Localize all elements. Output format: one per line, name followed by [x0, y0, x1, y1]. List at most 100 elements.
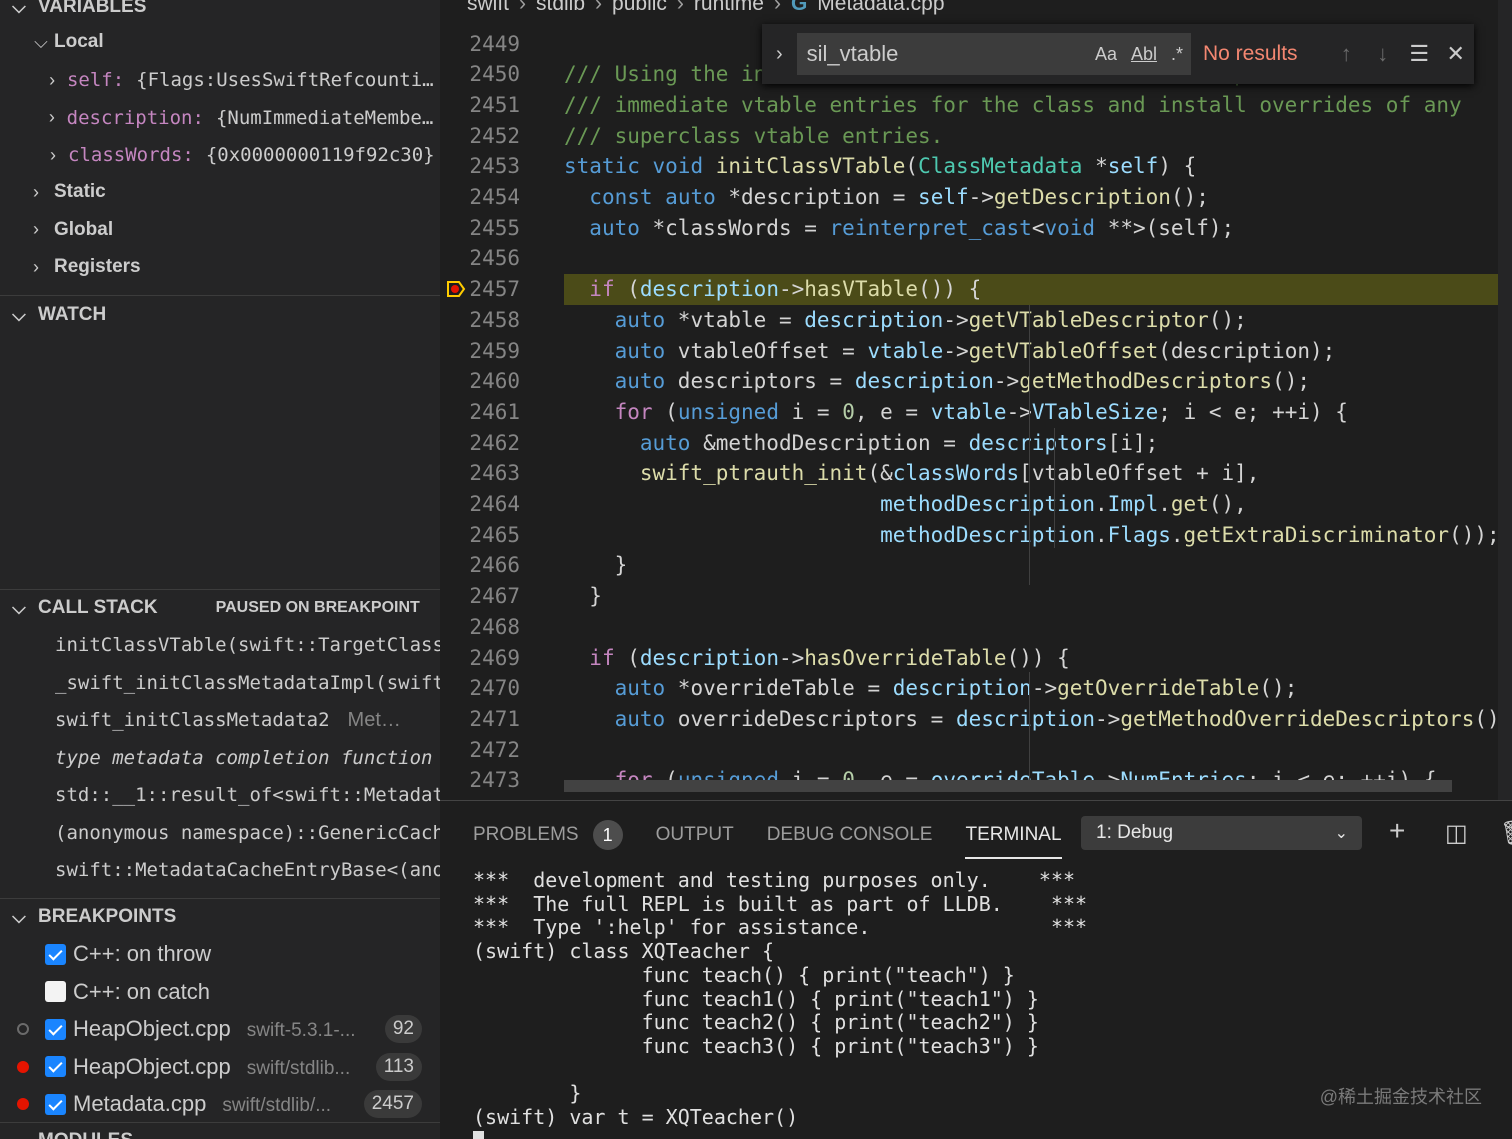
breakpoint-unverified-icon	[17, 1023, 29, 1035]
code-line[interactable]: 2457 if (description->hasVTable()) {	[440, 273, 1512, 305]
arrow-up-icon[interactable]: ↑	[1328, 41, 1365, 67]
tab-terminal[interactable]: TERMINAL	[965, 815, 1062, 859]
code-text: /// superclass vtable entries.	[564, 123, 944, 148]
breakpoint-checkbox[interactable]	[45, 1056, 66, 1077]
chevron-right-icon: ›	[676, 0, 684, 15]
chevron-right-icon: ›	[49, 69, 56, 90]
code-line[interactable]: 2470 auto *overrideTable = description->…	[440, 673, 1512, 704]
breakpoint-checkbox[interactable]	[45, 1093, 66, 1115]
variable-row[interactable]: › description: {NumImmediateMember…	[0, 99, 440, 137]
call-stack-frame[interactable]: swift_initClassMetadata2 Met…	[0, 701, 440, 739]
variables-title: VARIABLES	[38, 0, 147, 17]
toggle-replace-icon[interactable]: ›	[762, 43, 797, 66]
code-text: methodDescription.Flags.getExtraDiscrimi…	[880, 522, 1500, 547]
frame-label: swift::MetadataCacheEntryBase<(anonymous	[55, 859, 440, 881]
breakpoint-label: C++: on catch	[73, 978, 210, 1004]
match-whole-word-icon[interactable]: Abl	[1131, 44, 1157, 65]
code-line[interactable]: 2452 /// superclass vtable entries.	[440, 120, 1512, 151]
code-line[interactable]: 2451 /// immediate vtable entries for the…	[440, 89, 1512, 120]
code-line[interactable]: 2453 static void initClassVTable(ClassMet…	[440, 151, 1512, 182]
call-stack-title: CALL STACK	[38, 597, 158, 618]
breadcrumb-item[interactable]: public	[612, 0, 667, 22]
tab-problems[interactable]: PROBLEMS 1	[473, 815, 623, 855]
code-text: }	[564, 584, 602, 609]
split-terminal-icon[interactable]: ◫	[1445, 819, 1468, 848]
variable-row[interactable]: › self: {Flags:UsesSwiftRefcountin…	[0, 61, 440, 99]
code-line[interactable]: 2461 for (unsigned i = 0, e = vtable->VT…	[440, 396, 1512, 427]
scope-local[interactable]: ⌵ Local	[0, 23, 440, 61]
code-line[interactable]: 2459 auto vtableOffset = vtable->getVTab…	[440, 335, 1512, 366]
code-line[interactable]: 2455 auto *classWords = reinterpret_cast…	[440, 212, 1512, 243]
line-number: 2467	[469, 584, 520, 609]
breakpoint-item[interactable]: HeapObject.cpp swift/stdlib... 113	[0, 1048, 440, 1086]
watch-title: WATCH	[38, 304, 107, 325]
breadcrumb-file[interactable]: Metadata.cpp	[817, 0, 944, 22]
breakpoints-section-header[interactable]: ⌵ BREAKPOINTS	[0, 898, 440, 936]
code-line[interactable]: 2458 auto *vtable = description->getVTab…	[440, 304, 1512, 335]
code-line[interactable]: 2469 if (description->hasOverrideTable()…	[440, 642, 1512, 673]
code-line[interactable]: 2464 methodDescription.Impl.get(),	[440, 489, 1512, 520]
close-icon[interactable]: ✕	[1437, 41, 1474, 67]
code-line[interactable]: 2471 auto overrideDescriptors = descript…	[440, 703, 1512, 734]
breakpoint-checkbox[interactable]	[45, 1018, 66, 1040]
breakpoint-item[interactable]: HeapObject.cpp swift-5.3.1-... 92	[0, 1010, 440, 1048]
code-text: /// immediate vtable entries for the cla…	[564, 92, 1462, 117]
breakpoint-item[interactable]: C++: on throw	[0, 935, 440, 973]
call-stack-section-header[interactable]: ⌵ CALL STACK PAUSED ON BREAKPOINT	[0, 589, 440, 627]
call-stack-frame[interactable]: (anonymous namespace)::GenericCacheEntry	[0, 814, 440, 852]
line-number: 2459	[469, 338, 520, 363]
call-stack-frame[interactable]: std::__1::result_of<swift::MetadataCache	[0, 776, 440, 814]
code-text: if (description->hasVTable()) {	[589, 277, 982, 302]
line-number: 2468	[469, 614, 520, 639]
trash-icon[interactable]: 🗑	[1500, 819, 1512, 848]
code-line[interactable]: 2460 auto descriptors = description->get…	[440, 366, 1512, 397]
code-line[interactable]: 2468	[440, 611, 1512, 642]
regex-icon[interactable]: .*	[1171, 44, 1183, 65]
tab-debug-console[interactable]: DEBUG CONSOLE	[767, 815, 933, 855]
match-case-icon[interactable]: Aa	[1095, 44, 1117, 65]
call-stack-frame[interactable]: type metadata completion function	[0, 739, 440, 777]
breakpoint-item[interactable]: Metadata.cpp swift/stdlib/... 2457	[0, 1085, 440, 1123]
code-line[interactable]: 2466 }	[440, 550, 1512, 581]
call-stack-frame[interactable]: _swift_initClassMetadataImpl(swift::Targ…	[0, 664, 440, 702]
panel-tabs: PROBLEMS 1 OUTPUT DEBUG CONSOLE TERMINAL	[440, 815, 1062, 859]
find-input[interactable]: sil_vtable Aa Abl .*	[796, 33, 1191, 75]
call-stack-frame[interactable]: swift::MetadataCacheEntryBase<(anonymous	[0, 851, 440, 889]
find-widget: › sil_vtable Aa Abl .* No results ↑ ↓ ☰ …	[762, 24, 1474, 84]
code-line[interactable]: 2454 const auto *description = self->get…	[440, 182, 1512, 213]
breakpoint-item[interactable]: C++: on catch	[0, 973, 440, 1011]
breadcrumb-item[interactable]: runtime	[694, 0, 764, 22]
scope-global[interactable]: › Global	[0, 211, 440, 249]
code-editor[interactable]: swift › stdlib › public › runtime › G Metada…	[440, 0, 1512, 800]
frame-label: std::__1::result_of<swift::MetadataCache	[55, 784, 440, 806]
code-line[interactable]: 2463 swift_ptrauth_init(&classWords[vtab…	[440, 458, 1512, 489]
breadcrumb-item[interactable]: swift	[467, 0, 509, 22]
arrow-down-icon[interactable]: ↓	[1364, 41, 1401, 67]
scope-registers[interactable]: › Registers	[0, 248, 440, 286]
code-text: }	[564, 553, 628, 578]
code-line[interactable]: 2467 }	[440, 581, 1512, 612]
code-line[interactable]: 2462 auto &methodDescription = descripto…	[440, 427, 1512, 458]
scope-static[interactable]: › Static	[0, 173, 440, 211]
breakpoint-checkbox[interactable]	[45, 943, 66, 965]
tab-output[interactable]: OUTPUT	[656, 815, 734, 855]
code-line[interactable]: 2456	[440, 243, 1512, 274]
breakpoint-line-badge: 2457	[363, 1090, 422, 1118]
breakpoint-label-group: Metadata.cpp swift/stdlib/...	[73, 1091, 331, 1117]
frame-label: _swift_initClassMetadataImpl(swift::Targ…	[55, 671, 440, 694]
code-text: for (unsigned i = 0, e = vtable->VTableS…	[614, 399, 1348, 424]
plus-icon[interactable]: +	[1389, 815, 1405, 847]
breadcrumb-item[interactable]: stdlib	[536, 0, 585, 22]
find-in-selection-icon[interactable]: ☰	[1401, 41, 1438, 67]
watch-section-header[interactable]: ⌵ WATCH	[0, 296, 440, 334]
modules-section-header[interactable]: ⌵ MODULES	[0, 1122, 440, 1139]
code-line[interactable]: 2472	[440, 734, 1512, 765]
variable-row[interactable]: › classWords: {0x0000000119f92c30}	[0, 136, 440, 174]
overview-ruler[interactable]	[1498, 0, 1512, 800]
breakpoint-checkbox[interactable]	[45, 981, 66, 1002]
terminal-select[interactable]: 1: Debug ⌄	[1081, 816, 1362, 850]
breakpoint-path: swift-5.3.1-...	[246, 1020, 356, 1041]
call-stack-frame[interactable]: initClassVTable(swift::TargetClassMetada…	[0, 626, 440, 664]
horizontal-scrollbar[interactable]	[564, 780, 1452, 792]
code-line[interactable]: 2465 methodDescription.Flags.getExtraDis…	[440, 519, 1512, 550]
